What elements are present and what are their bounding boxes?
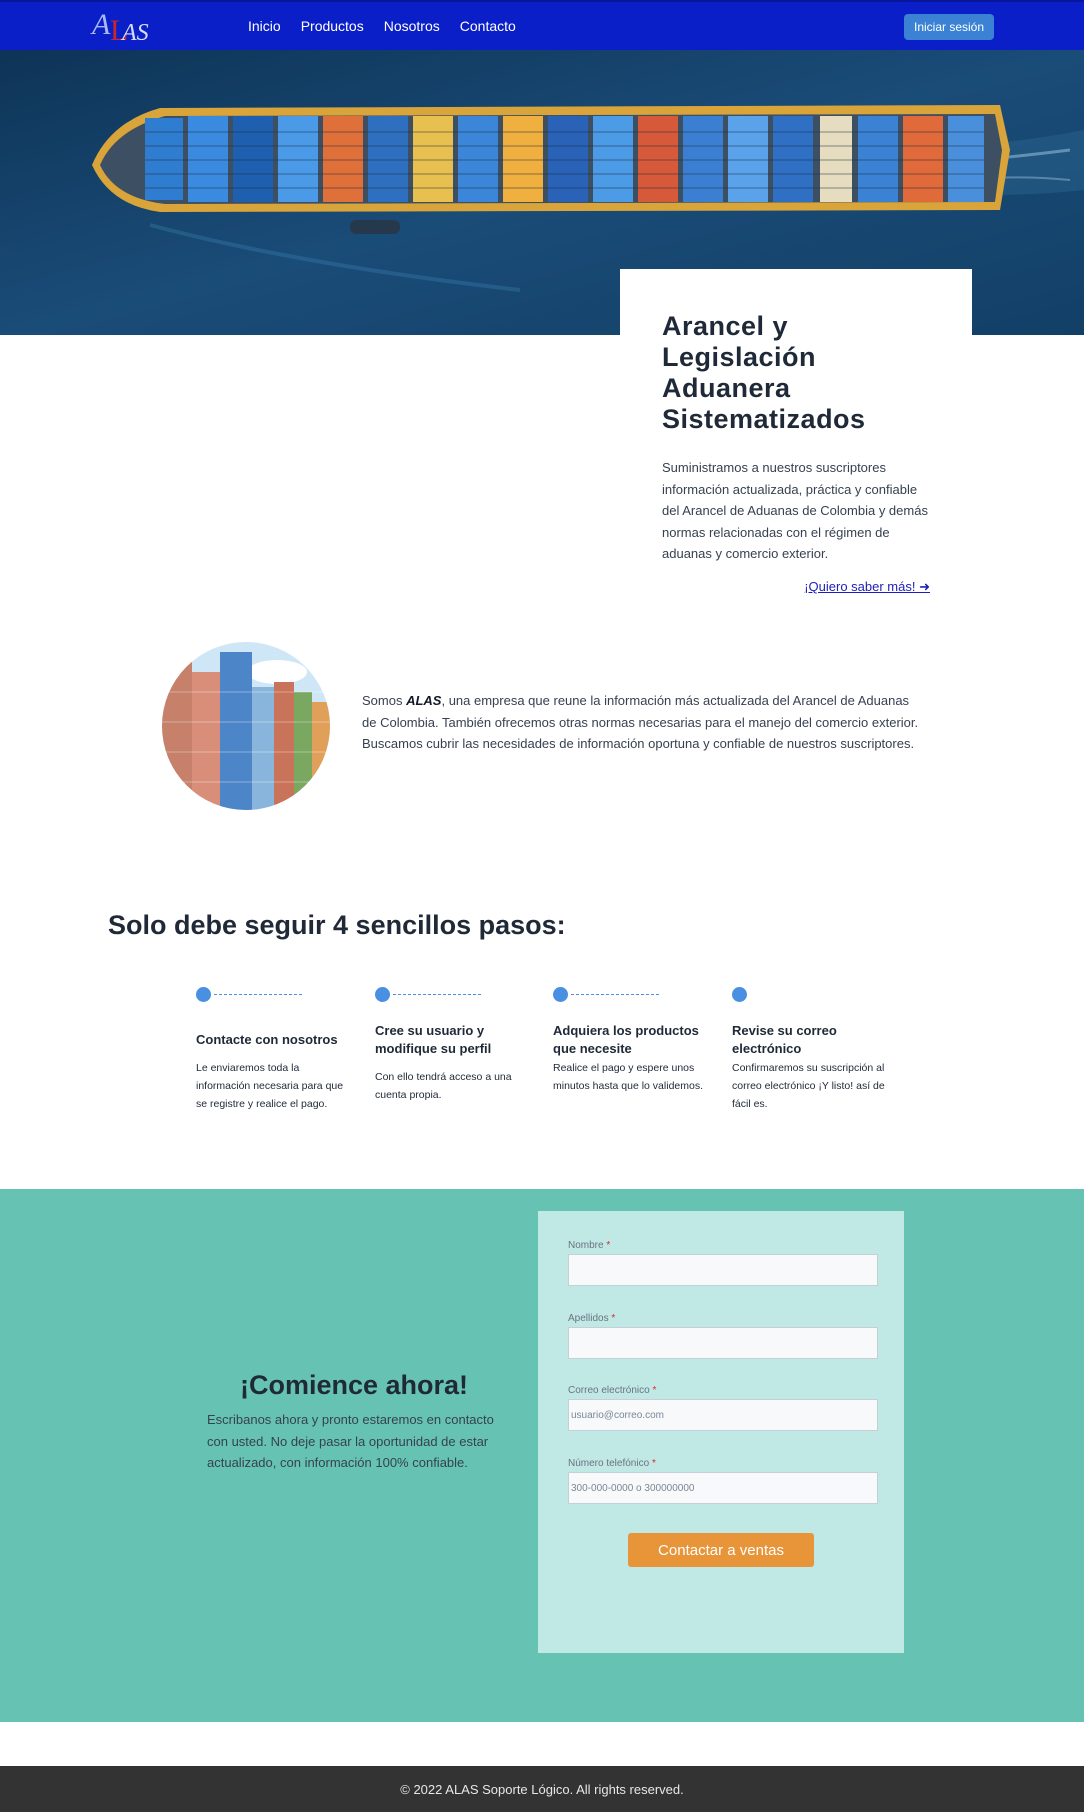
step-text: Le enviaremos toda la información necesa… [196, 1062, 344, 1110]
name-label: Nombre * [568, 1240, 611, 1251]
step-title: Cree su usuario y modifique su perfil [375, 1023, 492, 1056]
step-title: Adquiera los productos que necesite [553, 1023, 699, 1056]
step-dot-icon [375, 987, 390, 1002]
name-field[interactable] [568, 1254, 878, 1286]
copyright-text: © 2022 ALAS Soporte Lógico. All rights r… [400, 1781, 684, 1797]
nav-link-nosotros[interactable]: Nosotros [384, 18, 440, 34]
step-text: Confirmaremos su suscripción al correo e… [732, 1062, 885, 1110]
nav-link-inicio[interactable]: Inicio [248, 18, 281, 34]
step-connector [214, 994, 302, 995]
top-navbar: A L AS Inicio Productos Nosotros Contact… [0, 0, 1084, 50]
lastname-field[interactable] [568, 1327, 878, 1359]
steps-title: Solo debe seguir 4 sencillos pasos: [108, 910, 566, 940]
step-dot-icon [196, 987, 211, 1002]
containers-image [162, 642, 330, 810]
containers-illustration [162, 642, 330, 810]
step-title: Revise su correo electrónico [732, 1023, 837, 1056]
alas-logo[interactable]: A L AS [92, 6, 149, 47]
login-button[interactable]: Iniciar sesión [904, 14, 994, 40]
email-label: Correo electrónico * [568, 1385, 657, 1396]
learn-more-link[interactable]: ¡Quiero saber más! ➜ [804, 579, 930, 595]
step-text: Con ello tendrá acceso a una cuenta prop… [375, 1071, 512, 1101]
step-dot-icon [732, 987, 747, 1002]
about-text: Somos ALAS, una empresa que reune la inf… [362, 693, 919, 751]
phone-field[interactable] [568, 1472, 878, 1504]
email-field[interactable] [568, 1399, 878, 1431]
step-title: Contacte con nosotros [196, 1032, 338, 1047]
hero-description: Suministramos a nuestros suscriptores in… [662, 460, 928, 561]
nav-links: Inicio Productos Nosotros Contacto [248, 18, 516, 34]
nav-link-productos[interactable]: Productos [301, 18, 364, 34]
footer: © 2022 ALAS Soporte Lógico. All rights r… [0, 1766, 1084, 1812]
contact-sales-button[interactable]: Contactar a ventas [628, 1533, 814, 1567]
cta-title: ¡Comience ahora! [240, 1370, 469, 1400]
brand-name: ALAS [406, 693, 442, 708]
hero-card: Arancel y Legislación Aduanera Sistemati… [620, 269, 972, 615]
cta-text: Escribanos ahora y pronto estaremos en c… [207, 1412, 494, 1470]
lastname-label: Apellidos * [568, 1313, 616, 1324]
step-dot-icon [553, 987, 568, 1002]
hero-title: Arancel y Legislación Aduanera Sistemati… [662, 311, 866, 434]
step-connector [393, 994, 481, 995]
phone-label: Número telefónico * [568, 1458, 656, 1469]
contact-form: Nombre * Apellidos * Correo electrónico … [538, 1211, 904, 1653]
nav-link-contacto[interactable]: Contacto [460, 18, 516, 34]
step-text: Realice el pago y espere unos minutos ha… [553, 1062, 703, 1092]
step-connector [571, 994, 659, 995]
